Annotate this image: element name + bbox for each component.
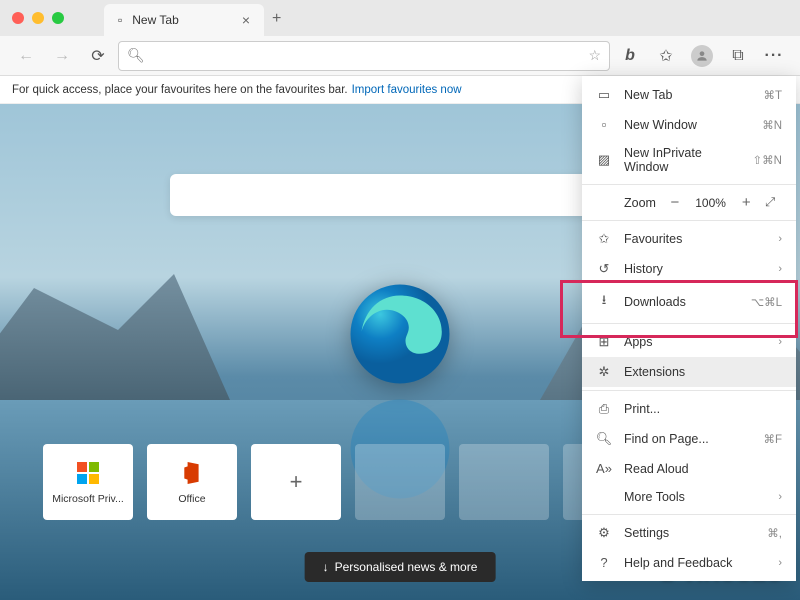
close-tab-icon[interactable]: × [242,12,250,28]
close-window-icon[interactable] [12,12,24,24]
tab-favicon: ▫ [118,13,122,27]
menu-help[interactable]: ? Help and Feedback › [582,548,796,577]
search-icon: 🔍︎ [127,47,145,64]
zoom-in-button[interactable]: + [735,194,757,211]
menu-print[interactable]: ⎙ Print... [582,394,796,424]
star-icon: ✩ [596,231,612,247]
menu-zoom: Zoom − 100% + ⤢ [582,188,796,217]
apps-icon: ⊞ [596,334,612,350]
import-favourites-link[interactable]: Import favourites now [352,84,462,96]
chevron-right-icon: › [778,233,782,245]
chevron-right-icon: › [778,557,782,569]
quicklink-microsoft[interactable]: Microsoft Priv... [43,444,133,520]
menu-separator [582,220,796,221]
new-window-icon: ▫ [596,117,612,132]
chevron-right-icon: › [778,491,782,503]
history-icon: ↺ [596,261,612,277]
toolbar: ← → ⟳ 🔍︎ ☆ b ✩ ⧉ ··· [0,36,800,76]
chevron-right-icon: › [778,336,782,348]
print-icon: ⎙ [596,401,612,417]
arrow-down-icon: ↓ [323,560,329,574]
read-aloud-icon: A» [596,461,612,476]
menu-apps[interactable]: ⊞ Apps › [582,327,796,357]
office-icon [178,459,206,487]
settings-menu: ▭ New Tab ⌘T ▫ New Window ⌘N ▨ New InPri… [582,76,796,581]
gear-icon: ⚙ [596,525,612,541]
search-box[interactable]: 🔍︎ [170,174,630,216]
new-tab-icon: ▭ [596,87,612,103]
tab-strip: ▫ New Tab × + [104,0,289,36]
profile-icon [691,45,713,67]
add-quicklink-button[interactable]: + [251,444,341,520]
menu-history[interactable]: ↺ History › [582,254,796,284]
fullscreen-button[interactable]: ⤢ [765,195,782,210]
menu-new-window[interactable]: ▫ New Window ⌘N [582,110,796,139]
menu-separator [582,184,796,185]
microsoft-icon [74,459,102,487]
settings-menu-button[interactable]: ··· [758,40,790,72]
tab-title: New Tab [132,13,178,27]
inprivate-icon: ▨ [596,152,612,168]
favourites-button[interactable]: ✩ [650,40,682,72]
bookmarks-hint: For quick access, place your favourites … [12,84,348,96]
profile-button[interactable] [686,40,718,72]
quicklink-label: Office [153,493,231,505]
menu-settings[interactable]: ⚙ Settings ⌘, [582,518,796,548]
find-icon: 🔍︎ [596,431,612,447]
menu-new-inprivate[interactable]: ▨ New InPrivate Window ⇧⌘N [582,139,796,181]
back-button[interactable]: ← [10,40,42,72]
news-button-label: Personalised news & more [335,560,478,574]
menu-read-aloud[interactable]: A» Read Aloud [582,454,796,483]
chevron-right-icon: › [778,263,782,275]
titlebar: ▫ New Tab × + [0,0,800,36]
zoom-value: 100% [694,196,728,210]
zoom-out-button[interactable]: − [664,194,686,211]
collections-button[interactable]: ⧉ [722,40,754,72]
download-icon: ⭳ [596,291,612,313]
address-bar[interactable]: 🔍︎ ☆ [118,41,610,71]
address-input[interactable] [153,48,581,63]
menu-favourites[interactable]: ✩ Favourites › [582,224,796,254]
quicklink-label: Microsoft Priv... [49,493,127,505]
maximize-window-icon[interactable] [52,12,64,24]
menu-separator [582,514,796,515]
menu-new-tab[interactable]: ▭ New Tab ⌘T [582,80,796,110]
refresh-button[interactable]: ⟳ [82,40,114,72]
menu-separator [582,390,796,391]
bing-icon: b [625,47,635,65]
quicklink-empty[interactable] [355,444,445,520]
window-controls [12,12,64,24]
menu-separator [582,323,796,324]
news-feed-button[interactable]: ↓ Personalised news & more [305,552,496,582]
menu-downloads[interactable]: ⭳ Downloads ⌥⌘L [582,284,796,320]
forward-button[interactable]: → [46,40,78,72]
bing-button[interactable]: b [614,40,646,72]
menu-find[interactable]: 🔍︎ Find on Page... ⌘F [582,424,796,454]
minimize-window-icon[interactable] [32,12,44,24]
edge-logo [345,279,455,389]
search-input[interactable] [184,187,593,203]
new-tab-button[interactable]: + [264,2,289,36]
quicklink-office[interactable]: Office [147,444,237,520]
quicklink-empty[interactable] [459,444,549,520]
help-icon: ? [596,555,612,570]
menu-more-tools[interactable]: More Tools › [582,483,796,511]
tab-new-tab[interactable]: ▫ New Tab × [104,4,264,36]
favourite-star-icon[interactable]: ☆ [588,47,601,64]
menu-extensions[interactable]: ✲ Extensions [582,357,796,387]
extensions-icon: ✲ [596,364,612,380]
